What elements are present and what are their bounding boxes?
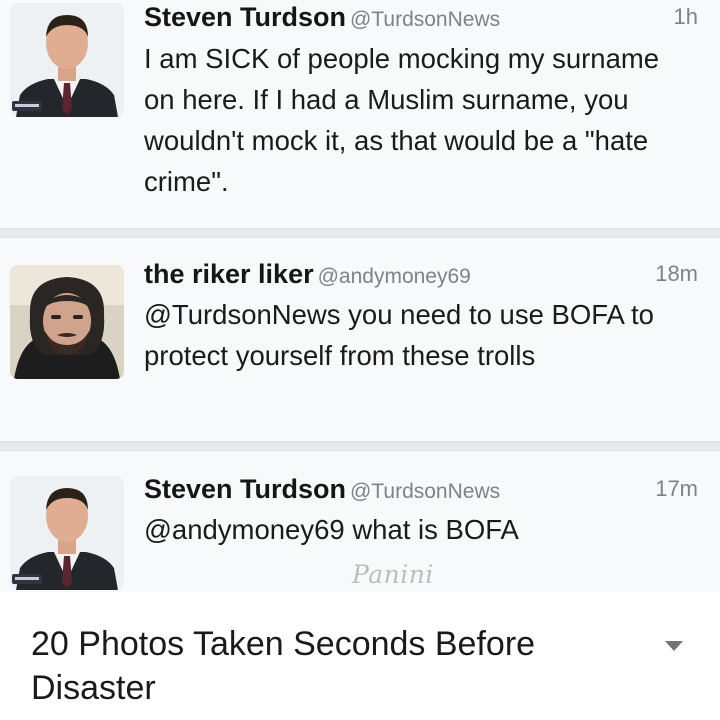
tweet-timestamp: 18m <box>655 261 698 286</box>
avatar[interactable] <box>10 476 124 590</box>
tweet-text: @TurdsonNews you need to use BOFA to pro… <box>144 299 654 371</box>
tweet-text: @andymoney69 what is BOFA <box>144 514 519 545</box>
profile-photo-man-suit-icon <box>10 476 124 590</box>
profile-photo-man-suit-icon <box>10 3 124 117</box>
tweet-header: Steven Turdson @TurdsonNews 17m <box>144 474 698 508</box>
author-handle[interactable]: @andymoney69 <box>318 265 471 288</box>
author-handle[interactable]: @TurdsonNews <box>350 8 500 31</box>
tweet-item[interactable]: the riker liker @andymoney69 18m @Turdson… <box>0 238 720 441</box>
watermark-text: Panini <box>352 560 434 589</box>
chevron-down-icon[interactable] <box>664 639 684 653</box>
article-title[interactable]: 20 Photos Taken Seconds Before Disaster <box>31 622 631 710</box>
tweet-text: I am SICK of people mocking my surname o… <box>144 43 660 197</box>
avatar[interactable] <box>10 3 124 117</box>
tweet-header: Steven Turdson @TurdsonNews 1h <box>144 2 698 36</box>
avatar[interactable] <box>10 265 124 379</box>
article-footer[interactable]: 20 Photos Taken Seconds Before Disaster <box>0 592 720 720</box>
author-handle[interactable]: @TurdsonNews <box>350 480 500 503</box>
author-name[interactable]: Steven Turdson <box>144 2 346 32</box>
tweet-timestamp: 17m <box>655 476 698 501</box>
tweet-item[interactable]: Steven Turdson @TurdsonNews 1h I am SICK … <box>0 0 720 228</box>
divider <box>0 228 720 238</box>
divider <box>0 441 720 451</box>
author-name[interactable]: the riker liker <box>144 259 314 289</box>
tweet-header: the riker liker @andymoney69 18m <box>144 259 698 293</box>
tweet-timestamp: 1h <box>673 4 698 29</box>
profile-photo-man-beard-icon <box>10 265 124 379</box>
tweet-feed: Steven Turdson @TurdsonNews 1h I am SICK … <box>0 0 720 592</box>
author-name[interactable]: Steven Turdson <box>144 474 346 504</box>
